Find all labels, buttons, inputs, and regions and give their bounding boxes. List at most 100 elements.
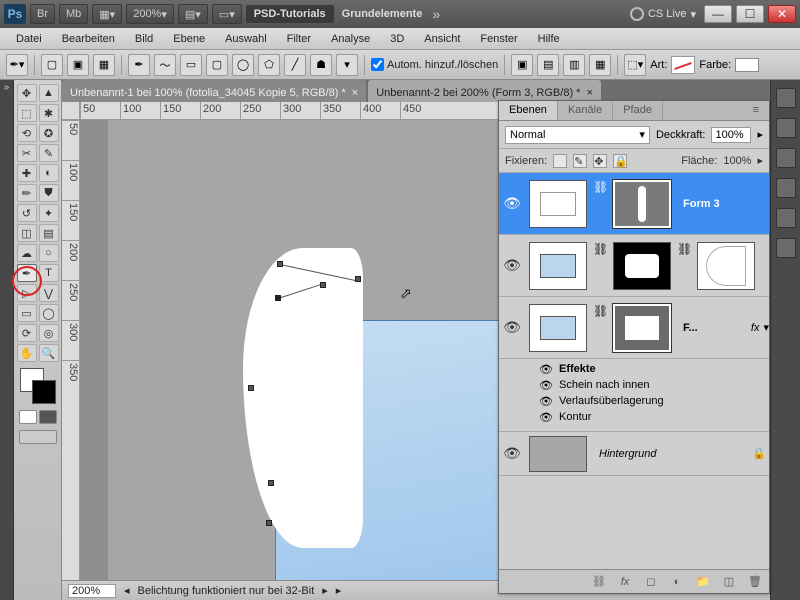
path-op-intersect-button[interactable]: ▥ xyxy=(563,54,585,76)
effect-visibility-icon[interactable]: 👁 xyxy=(539,411,553,424)
menu-bearbeiten[interactable]: Bearbeiten xyxy=(52,30,125,48)
type-tool[interactable]: T xyxy=(39,264,59,282)
freeform-pen-button[interactable]: ～ xyxy=(154,54,176,76)
layer-name[interactable]: Hintergrund xyxy=(591,448,749,460)
left-panel-collapse-strip[interactable]: » xyxy=(0,80,14,600)
view-extras-button[interactable]: ▦▾ xyxy=(92,4,122,24)
path-op-add-button[interactable]: ▣ xyxy=(511,54,533,76)
fx-collapse-arrow[interactable]: ▾ xyxy=(763,321,769,334)
marquee-tool[interactable]: ⬚ xyxy=(17,104,37,122)
3d-rotate-tool[interactable]: ⟳ xyxy=(17,324,37,342)
path-op-subtract-button[interactable]: ▤ xyxy=(537,54,559,76)
cs-live-button[interactable]: CS Live ▾ xyxy=(630,7,696,21)
hand-tool[interactable]: ✋ xyxy=(17,344,37,362)
rectangle-tool[interactable]: ▭ xyxy=(17,304,37,322)
layer-thumbnail[interactable] xyxy=(529,242,587,290)
dock-swatches-icon[interactable] xyxy=(776,88,796,108)
effect-visibility-icon[interactable]: 👁 xyxy=(539,379,553,392)
link-icon[interactable]: ⛓ xyxy=(593,242,607,290)
clone-stamp-tool[interactable]: ⛊ xyxy=(39,184,59,202)
patch-tool[interactable]: ◐ xyxy=(39,164,59,182)
menu-hilfe[interactable]: Hilfe xyxy=(528,30,570,48)
vector-mask-thumbnail[interactable] xyxy=(613,180,671,228)
path-op-exclude-button[interactable]: ▦ xyxy=(589,54,611,76)
visibility-toggle-icon[interactable]: 👁 xyxy=(499,319,525,336)
quick-mask-on[interactable] xyxy=(39,410,57,424)
dodge-tool[interactable]: ○ xyxy=(39,244,59,262)
menu-datei[interactable]: Datei xyxy=(6,30,52,48)
dock-channels-icon[interactable] xyxy=(776,238,796,258)
pen-shape-button[interactable]: ✒ xyxy=(128,54,150,76)
new-group-button[interactable]: 📁 xyxy=(695,575,711,589)
menu-ebene[interactable]: Ebene xyxy=(163,30,215,48)
anchor-point-tool[interactable]: ⋁ xyxy=(39,284,59,302)
window-minimize-button[interactable]: — xyxy=(704,5,732,23)
menu-analyse[interactable]: Analyse xyxy=(321,30,380,48)
document-tab-1[interactable]: Unbenannt-1 bei 100% (fotolia_34045 Kopi… xyxy=(62,80,366,102)
layer-name[interactable]: F... xyxy=(675,322,751,334)
menu-ansicht[interactable]: Ansicht xyxy=(414,30,470,48)
panel-tab-ebenen[interactable]: Ebenen xyxy=(499,101,558,120)
lock-position-button[interactable]: ✥ xyxy=(593,154,607,168)
pen-tool-preset-icon[interactable]: ✒▾ xyxy=(6,54,28,76)
link-icon[interactable]: ⛓ xyxy=(593,304,607,352)
opacity-field[interactable]: 100% xyxy=(711,127,751,143)
effect-item[interactable]: Schein nach innen xyxy=(559,379,650,391)
window-maximize-button[interactable]: ☐ xyxy=(736,5,764,23)
lock-pixels-button[interactable]: ✎ xyxy=(573,154,587,168)
quick-select-tool[interactable]: ✪ xyxy=(39,124,59,142)
effect-item[interactable]: Verlaufsüberlagerung xyxy=(559,395,664,407)
gradient-tool[interactable]: ▤ xyxy=(39,224,59,242)
zoom-readout[interactable]: 200% xyxy=(68,584,116,598)
status-menu-arrow[interactable]: ▸ xyxy=(336,584,342,597)
visibility-toggle-icon[interactable]: 👁 xyxy=(499,257,525,274)
polygon-shape-button[interactable]: ⬠ xyxy=(258,54,280,76)
shape-layers-mode-button[interactable]: ▢ xyxy=(41,54,63,76)
fill-pixels-mode-button[interactable]: ▦ xyxy=(93,54,115,76)
vector-mask-thumbnail[interactable] xyxy=(613,242,671,290)
effect-visibility-icon[interactable]: 👁 xyxy=(539,395,553,408)
dock-masks-icon[interactable] xyxy=(776,208,796,228)
status-nav-prev[interactable]: ◂ xyxy=(124,584,130,597)
lasso-tool[interactable]: ⟲ xyxy=(17,124,37,142)
menu-filter[interactable]: Filter xyxy=(277,30,321,48)
new-layer-button[interactable]: ◫ xyxy=(721,575,737,589)
minibridge-button[interactable]: Mb xyxy=(59,4,88,24)
art-history-tool[interactable]: ✦ xyxy=(39,204,59,222)
dock-color-icon[interactable] xyxy=(776,118,796,138)
menu-3d[interactable]: 3D xyxy=(380,30,414,48)
window-close-button[interactable]: ✕ xyxy=(768,5,796,23)
path-select-tool[interactable]: ▲ xyxy=(39,84,59,102)
layer-row-background[interactable]: 👁 Hintergrund 🔒 xyxy=(499,432,769,476)
panel-menu-button[interactable]: ≡ xyxy=(743,101,769,120)
document-tab-2[interactable]: Unbenannt-2 bei 200% (Form 3, RGB/8) *× xyxy=(368,80,601,102)
custom-shape-button[interactable]: ☗ xyxy=(310,54,332,76)
add-mask-button[interactable]: ◻ xyxy=(643,575,659,589)
direct-select-tool[interactable]: ▷ xyxy=(17,284,37,302)
history-brush-tool[interactable]: ↺ xyxy=(17,204,37,222)
adjustment-layer-button[interactable]: ◐ xyxy=(669,575,685,589)
layer-row-3[interactable]: 👁 ⛓ F... fx ▾ xyxy=(499,297,769,359)
fill-field[interactable]: 100% xyxy=(723,155,751,167)
background-swatch[interactable] xyxy=(32,380,56,404)
dock-styles-icon[interactable] xyxy=(776,178,796,198)
workspace-label-grund[interactable]: Grundelemente xyxy=(342,8,423,20)
eraser-tool[interactable]: ◫ xyxy=(17,224,37,242)
path-anchor-point[interactable] xyxy=(277,261,283,267)
layer-row-form3[interactable]: 👁 ⛓ Form 3 xyxy=(499,173,769,235)
panel-tab-kanaele[interactable]: Kanäle xyxy=(558,101,613,120)
auto-add-delete-checkbox[interactable]: Autom. hinzuf./löschen xyxy=(371,58,498,71)
effect-item[interactable]: Kontur xyxy=(559,411,591,423)
menu-fenster[interactable]: Fenster xyxy=(470,30,527,48)
brush-tool[interactable]: ✏ xyxy=(17,184,37,202)
fx-badge[interactable]: fx xyxy=(751,322,764,334)
rounded-rect-button[interactable]: ▢ xyxy=(206,54,228,76)
magic-wand-tool[interactable]: ✱ xyxy=(39,104,59,122)
color-swatch-button[interactable] xyxy=(735,58,759,72)
path-handle-point[interactable] xyxy=(320,282,326,288)
bridge-launch-button[interactable]: Br xyxy=(30,4,55,24)
screen-mode-button[interactable]: ▭▾ xyxy=(212,4,242,24)
path-anchor-point[interactable] xyxy=(266,520,272,526)
layer-thumbnail[interactable] xyxy=(529,180,587,228)
geometry-options-button[interactable]: ▾ xyxy=(336,54,358,76)
